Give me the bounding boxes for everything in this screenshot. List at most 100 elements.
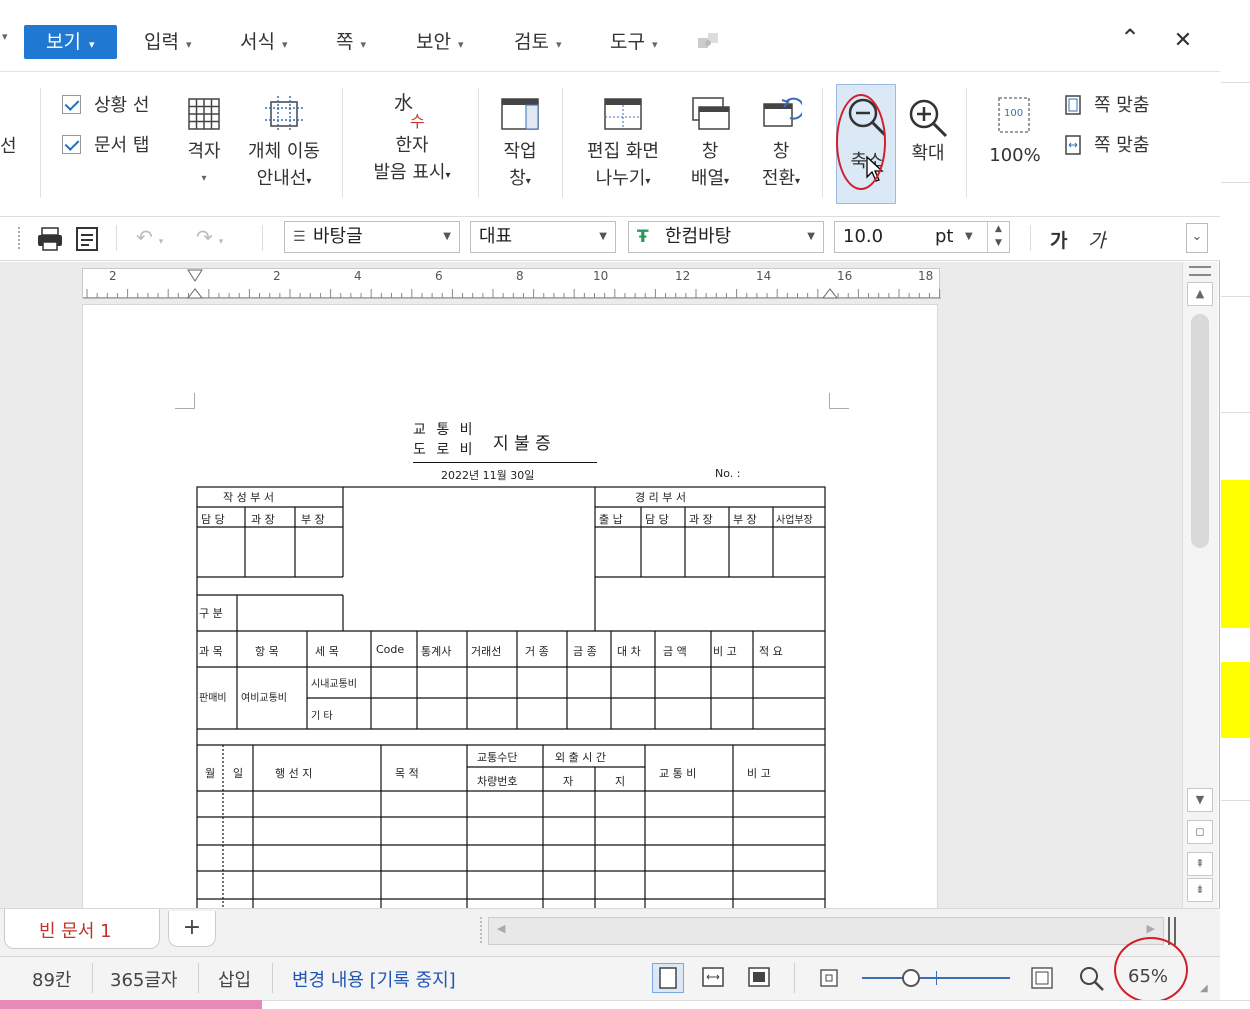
split-handle[interactable]	[1189, 266, 1211, 276]
font-size-field[interactable]: 10.0 pt ▼ ▲ ▼	[834, 221, 1010, 253]
scroll-down-button[interactable]: ▼	[1187, 788, 1213, 812]
scroll-left-button[interactable]: ◀	[497, 922, 505, 935]
close-icon[interactable]: ✕	[1168, 28, 1198, 53]
header-cell: 거 종	[525, 645, 549, 658]
ruler-label: 6	[435, 269, 443, 283]
ruler-label: 2	[273, 269, 281, 283]
menu-review[interactable]: 검토 ▾	[510, 26, 566, 58]
zoom-level-highlight	[1114, 937, 1188, 1003]
horizontal-ruler[interactable]: 2 2 4 6 8 10 12 14 16 18	[82, 268, 941, 299]
scroll-thumb[interactable]	[1191, 314, 1209, 548]
object-guide-button[interactable]: 개체 이동 안내선▾	[242, 96, 326, 195]
menu-input[interactable]: 입력 ▾	[140, 26, 196, 58]
add-tab-button[interactable]: +	[168, 911, 216, 947]
view-full-button[interactable]	[744, 963, 776, 993]
scroll-right-button[interactable]: ▶	[1147, 922, 1155, 935]
document-page[interactable]: 교 통 비 도 로 비 지 불 증 2022년 11월 30일 No. : 작 …	[82, 304, 938, 908]
fit-page-label: 쪽 맞춤	[1094, 95, 1150, 116]
status-insert-mode[interactable]: 삽입	[218, 966, 251, 992]
menu-tools[interactable]: 도구 ▾	[606, 26, 662, 58]
style-select[interactable]: ☰ 바탕글 ▼	[284, 221, 460, 253]
zoom-small-icon[interactable]	[818, 967, 840, 989]
menu-view[interactable]: 보기 ▾	[24, 25, 117, 59]
print-icon[interactable]	[36, 226, 64, 252]
menu-page[interactable]: 쪽 ▾	[332, 26, 370, 58]
switch-window-icon	[763, 97, 802, 127]
toolbar-grip	[18, 227, 21, 249]
menu-label: 쪽	[336, 31, 354, 53]
redo-button[interactable]: ↷ ▾	[196, 225, 223, 249]
tab-document-1[interactable]: 빈 문서 1	[4, 909, 160, 949]
fit-page-button[interactable]: 쪽 맞춤	[1064, 92, 1149, 120]
fit-width-button[interactable]: 쪽 맞춤	[1064, 132, 1149, 160]
menu-overflow-caret[interactable]: ▾	[2, 30, 8, 43]
fit-page-icon	[1065, 95, 1081, 115]
menu-label: 입력	[144, 31, 179, 53]
menubar: ▾ 보기 ▾ 입력 ▾ 서식 ▾ 쪽 ▾ 보안 ▾ 검토 ▾ 도구 ▾ ⌃ ✕	[0, 0, 1220, 72]
font-type-icon: Ŧ	[637, 227, 649, 247]
zoom-in-button[interactable]: 확대	[904, 96, 952, 167]
next-page-button[interactable]: ⇟	[1187, 878, 1213, 902]
font-size-stepper[interactable]: ▲ ▼	[987, 222, 1009, 252]
zoom-search-icon[interactable]	[1078, 965, 1106, 998]
grid-label: 격자	[187, 141, 221, 162]
split-view-icon	[604, 98, 642, 130]
grid-button[interactable]: 격자 ▾	[178, 96, 230, 192]
view-width-button[interactable]	[698, 963, 730, 993]
page-select-button[interactable]: ◻	[1187, 820, 1213, 844]
zoom-100-icon: 100	[998, 97, 1030, 133]
preview-icon[interactable]	[74, 226, 100, 252]
font-select[interactable]: Ŧ 한컴바탕 ▼	[628, 221, 824, 253]
font-size-value: 10.0	[843, 226, 884, 247]
approval-cell: 출 납	[599, 513, 623, 526]
table2-header: 비 고	[747, 767, 771, 780]
vertical-scrollbar[interactable]: ▲ ▼ ◻ ⇞ ⇟	[1182, 262, 1218, 908]
hwp-window: ▾ 보기 ▾ 입력 ▾ 서식 ▾ 쪽 ▾ 보안 ▾ 검토 ▾ 도구 ▾ ⌃ ✕ 선 상황 선 …	[0, 0, 1220, 1009]
ruler-label: 8	[516, 269, 524, 283]
checkbox-status-line[interactable]: 상황 선	[62, 92, 149, 120]
zoom-large-icon[interactable]	[1030, 966, 1054, 990]
document-area[interactable]: 2 2 4 6 8 10 12 14 16 18 교 통 비 도 로 비 지 불…	[0, 262, 1182, 908]
puzzle-icon[interactable]	[696, 30, 722, 58]
approval-cell: 부 장	[733, 513, 757, 526]
italic-button[interactable]: 가	[1088, 226, 1105, 253]
undo-button[interactable]: ↶ ▾	[136, 225, 163, 249]
header-cell: 비 고	[713, 645, 737, 658]
menu-view-label: 보기	[46, 31, 81, 53]
hanja-label-2: 발음 표시	[373, 162, 446, 183]
ruler-label: 18	[918, 269, 934, 283]
scroll-up-button[interactable]: ▲	[1187, 282, 1213, 306]
language-select[interactable]: 대표 ▼	[470, 221, 616, 253]
approval-cell: 과 장	[689, 513, 713, 526]
switch-window-button[interactable]: 창 전환▾	[752, 96, 810, 195]
checkbox-label: 상황 선	[94, 95, 150, 116]
toolbar-more-icon[interactable]: ⌄	[1186, 223, 1208, 253]
hanja-label-1: 한자	[395, 135, 429, 156]
menu-format[interactable]: 서식 ▾	[236, 26, 292, 58]
horizontal-scrollbar[interactable]: ◀ ▶	[488, 917, 1164, 945]
font-value: 한컴바탕	[665, 226, 732, 247]
row-label: 여비교통비	[241, 693, 287, 704]
work-pane-label-2: 창	[509, 168, 526, 189]
prev-page-button[interactable]: ⇞	[1187, 852, 1213, 876]
arrange-windows-button[interactable]: 창 배열▾	[682, 96, 738, 195]
split-view-button[interactable]: 편집 화면 나누기▾	[578, 96, 668, 195]
fit-width-label: 쪽 맞춤	[1094, 135, 1150, 156]
view-page-button[interactable]	[652, 963, 684, 993]
ruler-label: 16	[837, 269, 853, 283]
zoom-100-button[interactable]: 100 100%	[984, 96, 1046, 169]
status-cell-count: 89칸	[32, 970, 72, 991]
checkbox-doc-tab[interactable]: 문서 탭	[62, 132, 149, 160]
bold-button[interactable]: 가	[1050, 226, 1067, 253]
ribbon-view: 선 상황 선 문서 탭 격자 ▾ 개체 이동 안내선▾ 水 수 한자 발음 표시…	[0, 72, 1220, 217]
table2-sub: 자	[563, 775, 574, 788]
zoom-out-highlight	[836, 94, 886, 190]
status-track-changes[interactable]: 변경 내용 [기록 중지]	[292, 966, 456, 992]
approval-left-title: 작 성 부 서	[223, 491, 274, 504]
hanja-pronunciation-button[interactable]: 水 수 한자 발음 표시▾	[362, 90, 462, 189]
menu-security[interactable]: 보안 ▾	[412, 26, 468, 58]
work-pane-button[interactable]: 작업 창▾	[494, 96, 546, 195]
ribbon-collapse-icon[interactable]: ⌃	[1115, 24, 1145, 52]
zoom-slider-thumb[interactable]	[902, 969, 920, 987]
split-label-1: 편집 화면	[587, 141, 659, 162]
